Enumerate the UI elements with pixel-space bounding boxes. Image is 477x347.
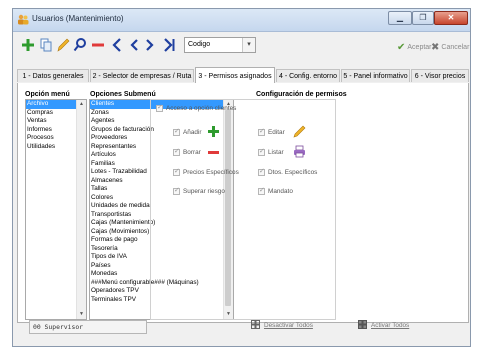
grid-empty-icon — [251, 320, 260, 329]
over-risk-label: Superar riesgo — [183, 188, 225, 195]
search-icon[interactable] — [73, 37, 87, 53]
check-icon: ✔ — [397, 42, 406, 53]
users-app-icon — [18, 14, 29, 25]
minimize-button[interactable]: ▁ — [388, 11, 412, 25]
menu-list[interactable]: Archivo Compras Ventas Informes Procesos… — [25, 99, 87, 320]
delete-label: Borrar — [183, 149, 201, 156]
first-record-icon[interactable] — [109, 37, 123, 53]
search-field-value: Codigo — [188, 41, 211, 48]
tab-panel-informativo[interactable]: 5 - Panel informativo — [341, 69, 410, 82]
edit-checkbox[interactable] — [258, 127, 265, 136]
printer-icon — [294, 145, 305, 158]
submenu-column-header: Opciones Submenú — [90, 91, 156, 98]
window-title: Usuarios (Mantenimiento) — [32, 14, 124, 23]
activate-all-button[interactable]: Activar Todos — [358, 320, 409, 329]
next-record-icon[interactable] — [143, 37, 157, 53]
tab-strip: 1 - Datos generales 2 - Selector de empr… — [17, 67, 469, 84]
title-bar: Usuarios (Mantenimiento) ▁ ❐ ✕ — [13, 9, 470, 32]
add-label: Añadir — [183, 129, 202, 136]
specific-prices-checkbox[interactable] — [173, 167, 180, 176]
permissions-box: Acceso a opción clientes Añadir Editar B… — [150, 99, 336, 320]
delete-checkbox[interactable] — [173, 147, 180, 156]
add-plus-icon — [208, 126, 219, 137]
scroll-down-icon[interactable]: ▼ — [77, 310, 86, 319]
specific-prices-label: Precios Específicos — [183, 169, 239, 176]
toolbar: Codigo ▾ ✔ Aceptar ✖ Cancelar — [13, 32, 470, 58]
user-status-field: 00 Supervisor — [29, 320, 147, 334]
permissions-panel: Opción menú Opciones Submenú Configuraci… — [17, 83, 469, 323]
specific-discounts-checkbox[interactable] — [258, 167, 265, 176]
tab-visor-precios[interactable]: 6 - Visor precios — [411, 69, 469, 82]
grid-checked-icon — [358, 320, 367, 329]
tab-config-entorno[interactable]: 4 - Config. entorno — [276, 69, 340, 82]
deactivate-all-label: Desactivar Todos — [264, 322, 313, 329]
user-maintenance-window: Usuarios (Mantenimiento) ▁ ❐ ✕ Codigo ▾ … — [12, 8, 471, 347]
restore-icon: ❐ — [419, 13, 427, 22]
accept-label: Aceptar — [407, 44, 432, 51]
mandate-checkbox[interactable] — [258, 186, 265, 195]
close-icon: ✕ — [447, 13, 455, 22]
list-checkbox[interactable] — [258, 147, 265, 156]
tab-datos-generales[interactable]: 1 - Datos generales — [17, 69, 89, 82]
scroll-up-icon[interactable]: ▲ — [77, 100, 86, 109]
list-label: Listar — [268, 149, 284, 156]
previous-record-icon[interactable] — [127, 37, 141, 53]
close-button[interactable]: ✕ — [434, 11, 468, 25]
maximize-button[interactable]: ❐ — [412, 11, 434, 25]
search-field-select[interactable]: Codigo ▾ — [184, 37, 256, 53]
add-checkbox[interactable] — [173, 127, 180, 136]
add-icon[interactable] — [21, 37, 35, 53]
specific-discounts-label: Dtos. Específicos — [268, 169, 318, 176]
cancel-icon: ✖ — [431, 42, 440, 53]
edit-label: Editar — [268, 129, 285, 136]
copy-icon[interactable] — [39, 37, 53, 53]
cancel-label: Cancelar — [441, 44, 470, 51]
activate-all-label: Activar Todos — [371, 322, 410, 329]
permissions-header: Configuración de permisos — [256, 91, 347, 98]
tab-selector-empresas[interactable]: 2 - Selector de empresas / Ruta — [90, 69, 194, 82]
accept-button[interactable]: ✔ Aceptar — [397, 42, 432, 53]
delete-minus-icon — [208, 151, 219, 154]
minimize-icon: ▁ — [396, 13, 404, 22]
cancel-button[interactable]: ✖ Cancelar — [431, 42, 469, 53]
last-record-icon[interactable] — [162, 37, 176, 53]
delete-icon[interactable] — [91, 37, 105, 53]
chevron-down-icon[interactable]: ▾ — [242, 38, 255, 52]
menu-column-header: Opción menú — [25, 91, 70, 98]
access-checkbox[interactable] — [156, 103, 163, 112]
deactivate-all-button[interactable]: Desactivar Todos — [251, 320, 313, 329]
tab-permisos-asignados[interactable]: 3 - Permisos asignados — [195, 67, 275, 83]
access-label: Acceso a opción clientes — [166, 105, 237, 112]
over-risk-checkbox[interactable] — [173, 186, 180, 195]
menu-scrollbar[interactable]: ▲ ▼ — [76, 100, 86, 319]
mandate-label: Mandato — [268, 188, 293, 195]
edit-pencil-icon — [293, 125, 306, 138]
edit-pencil-icon[interactable] — [56, 37, 70, 53]
